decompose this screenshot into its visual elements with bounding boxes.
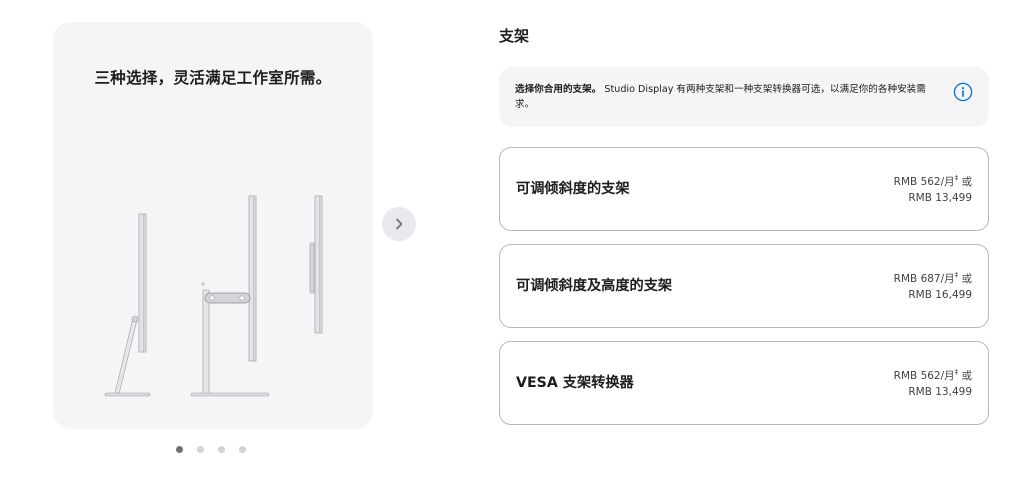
option-name: VESA 支架转换器 [516,375,634,391]
pagination-dot[interactable] [218,446,225,453]
footnote-mark: ‡ [954,368,959,376]
section-title: 支架 [499,27,530,45]
chevron-right-icon [396,218,403,230]
next-slide-button[interactable] [382,207,416,241]
option-tilt-stand[interactable]: 可调倾斜度的支架 RMB 562/月‡ 或 RMB 13,499 [499,147,989,231]
pagination-dot[interactable] [239,446,246,453]
option-name: 可调倾斜度的支架 [516,181,630,197]
tilt-stand-display [104,213,151,397]
price-monthly: RMB 562/月 [893,370,955,382]
option-price: RMB 562/月‡ 或 RMB 13,499 [894,368,972,400]
price-monthly: RMB 562/月 [893,176,955,188]
tilt-height-stand-display [190,195,270,397]
option-price: RMB 687/月‡ 或 RMB 16,499 [894,271,972,303]
price-full: RMB 13,499 [908,386,972,398]
pagination-dot[interactable] [197,446,204,453]
footnote-mark: ‡ [954,271,959,279]
price-or: 或 [961,176,973,188]
gallery-card: 三种选择，灵活满足工作室所需。 [53,22,373,429]
option-price: RMB 562/月‡ 或 RMB 13,499 [894,174,972,206]
info-box: 选择你合用的支架。 Studio Display 有两种支架和一种支架转换器可选… [499,67,989,127]
info-circle-icon[interactable] [953,82,973,102]
footnote-mark: ‡ [954,174,959,182]
price-full: RMB 16,499 [908,289,972,301]
option-tilt-height-stand[interactable]: 可调倾斜度及高度的支架 RMB 687/月‡ 或 RMB 16,499 [499,244,989,328]
option-name: 可调倾斜度及高度的支架 [516,278,673,294]
option-vesa-adapter[interactable]: VESA 支架转换器 RMB 562/月‡ 或 RMB 13,499 [499,341,989,425]
pagination-dot[interactable] [176,446,183,453]
stand-options-illustration [104,195,323,397]
price-full: RMB 13,499 [908,192,972,204]
info-text: 选择你合用的支架。 Studio Display 有两种支架和一种支架转换器可选… [515,82,940,112]
info-bold-text: 选择你合用的支架。 [515,84,602,95]
gallery-pagination [176,446,246,453]
price-monthly: RMB 687/月 [893,273,955,285]
price-or: 或 [961,273,973,285]
vesa-mount-display [309,195,323,334]
price-or: 或 [961,370,973,382]
